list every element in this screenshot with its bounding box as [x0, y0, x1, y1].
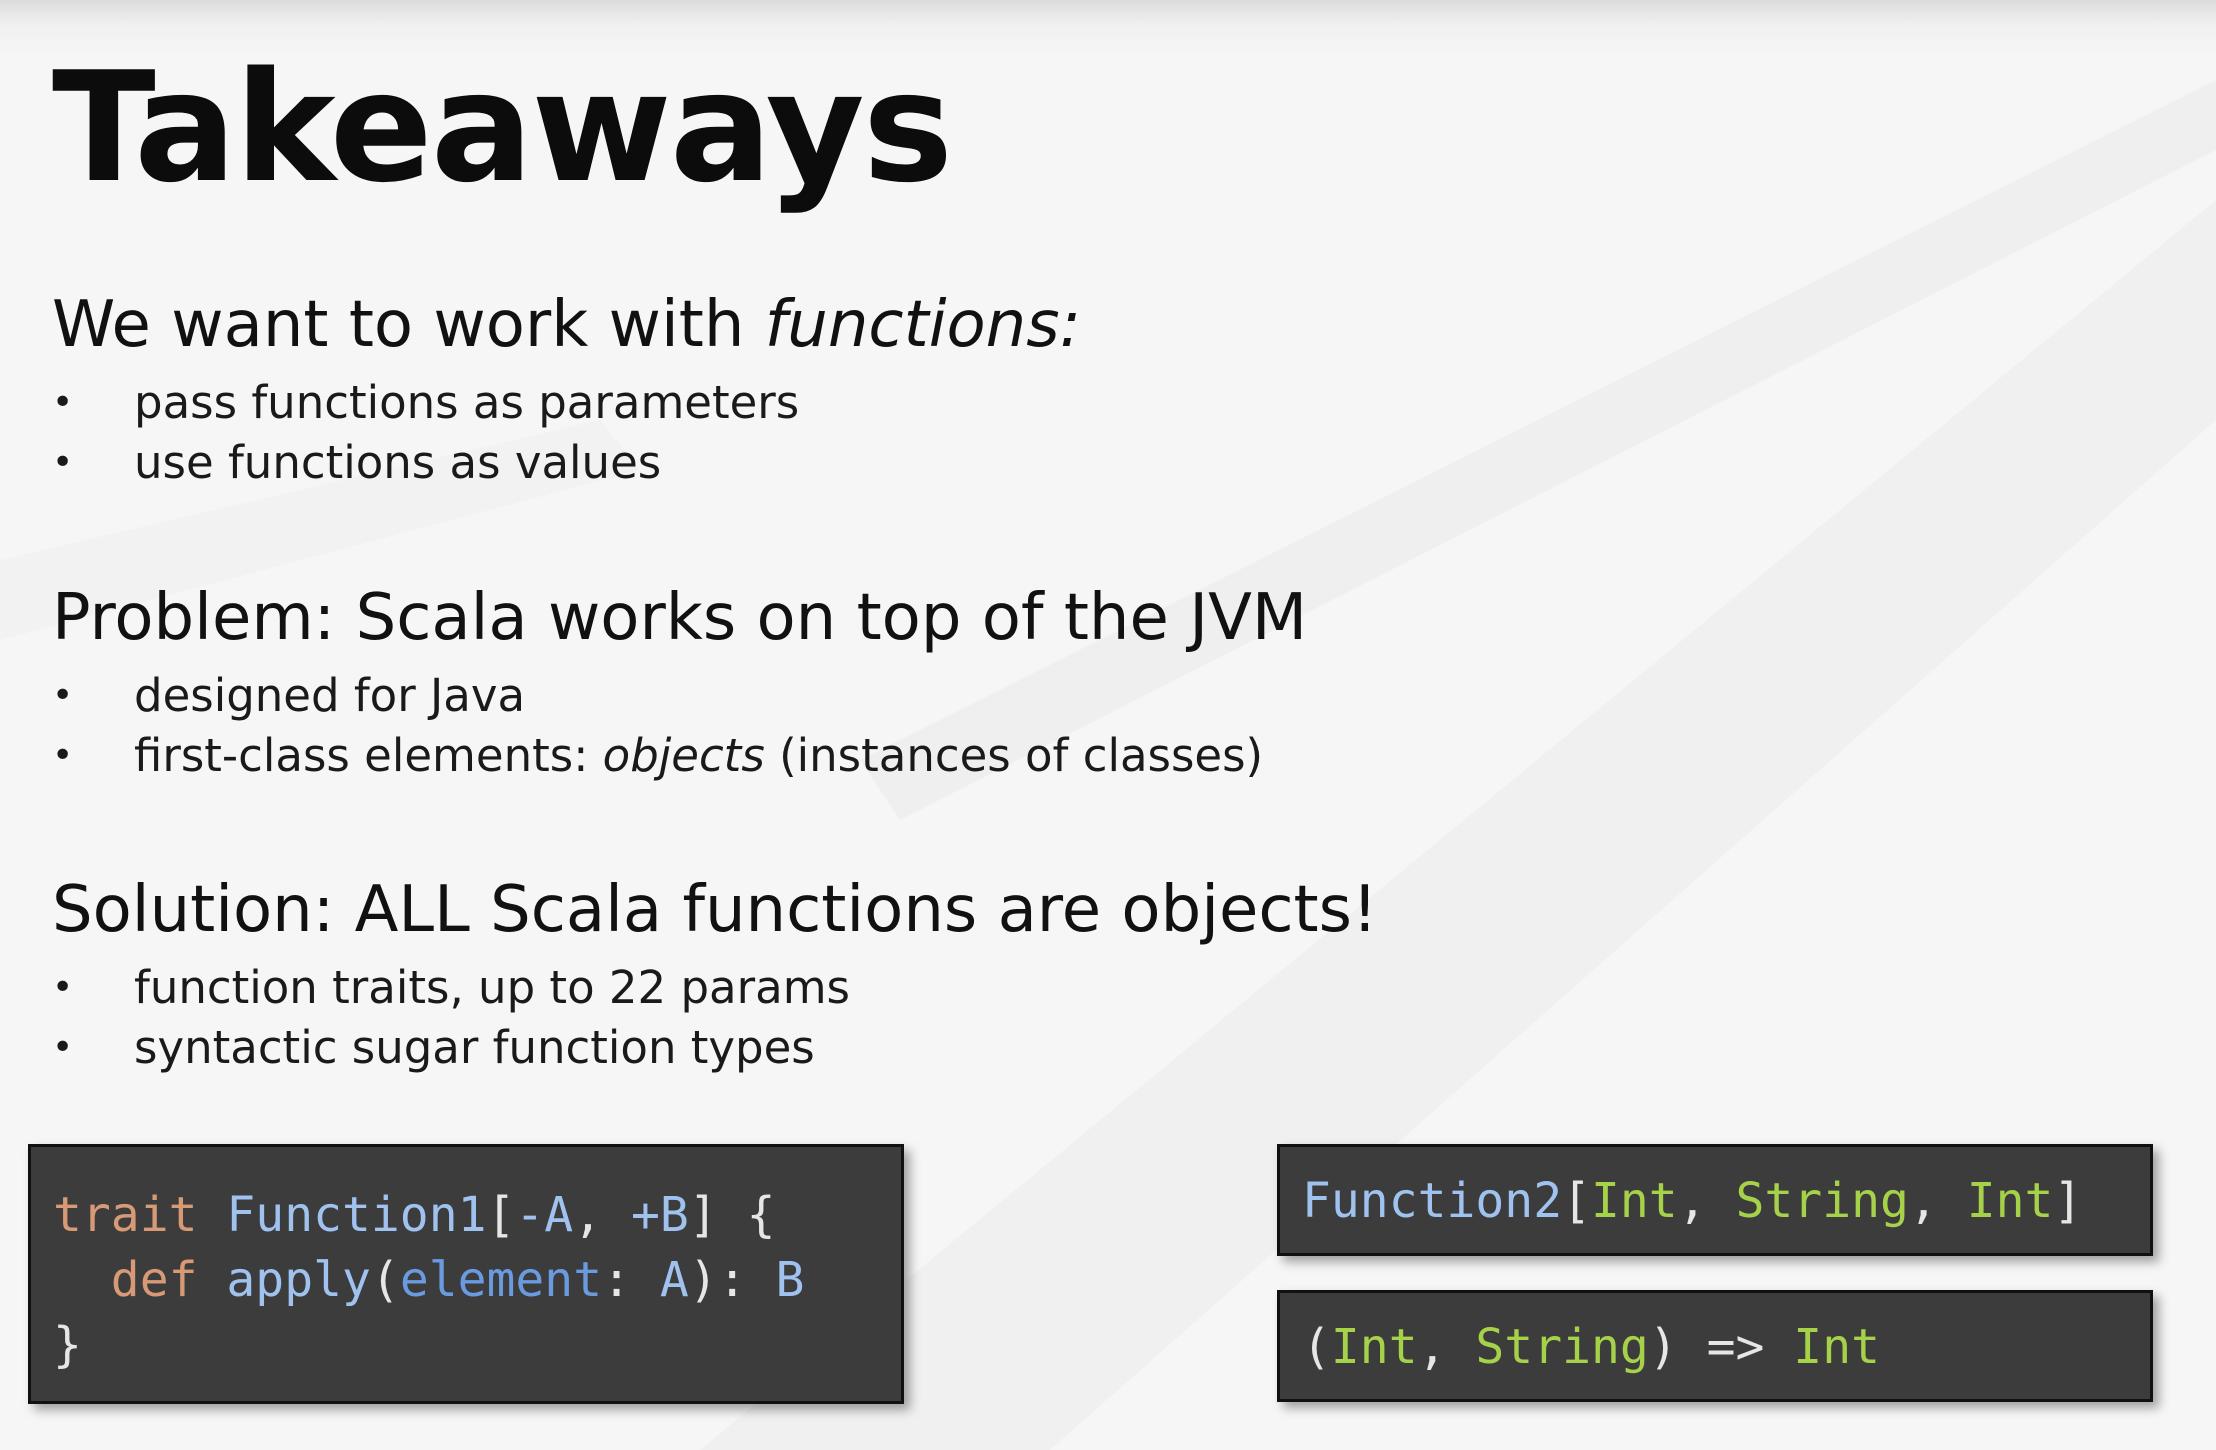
code-text: ) =>	[1648, 1319, 1794, 1375]
bullet-list: • designed for Java • first-class elements…	[52, 666, 1752, 786]
code-text: :	[602, 1252, 660, 1308]
section-heading: Solution: ALL Scala functions are object…	[52, 873, 1378, 947]
code-type: -A	[515, 1187, 574, 1243]
code-type: String	[1735, 1173, 1909, 1229]
heading-prefix: We want to work with	[52, 288, 765, 362]
section-problem: Problem: Scala works on top of the JVM •…	[52, 576, 1752, 786]
code-keyword: trait	[53, 1187, 198, 1243]
code-text: (	[1302, 1319, 1331, 1375]
bullet-icon: •	[52, 967, 74, 1008]
list-item: • syntactic sugar function types	[52, 1018, 1752, 1078]
code-text: (	[370, 1252, 400, 1308]
section-functions: We want to work with functions: • pass fu…	[52, 283, 1752, 493]
list-item: • use functions as values	[52, 433, 1752, 493]
code-line: def apply(element: A): B	[53, 1248, 901, 1313]
code-type: B	[775, 1252, 805, 1308]
list-item: • first-class elements: objects (instance…	[52, 726, 1752, 786]
code-type: +B	[631, 1187, 689, 1243]
code-text: }	[53, 1317, 82, 1373]
code-text: ,	[573, 1187, 631, 1243]
code-text: ,	[1677, 1173, 1736, 1229]
code-type: Function2	[1302, 1173, 1563, 1229]
list-item-emphasis: objects	[602, 729, 765, 782]
list-item-text: designed for Java	[134, 669, 526, 722]
code-type: Int	[1330, 1319, 1418, 1375]
slide-title: Takeaways	[52, 39, 953, 216]
code-text: ,	[1417, 1319, 1476, 1375]
list-item: • function traits, up to 22 params	[52, 958, 1752, 1018]
code-param: element	[399, 1252, 603, 1308]
code-text: ] {	[688, 1187, 776, 1243]
heading-emphasis: functions:	[764, 288, 1082, 362]
code-type: Int	[1793, 1319, 1880, 1375]
code-text: ):	[688, 1252, 776, 1308]
code-keyword: def	[110, 1252, 198, 1308]
code-text: [	[486, 1187, 516, 1243]
bullet-icon: •	[52, 735, 74, 776]
code-block-sugar: (Int, String) => Int	[1277, 1290, 2153, 1402]
list-item: • designed for Java	[52, 666, 1752, 726]
list-item-text: use functions as values	[134, 436, 662, 489]
list-item-text: (instances of classes)	[764, 729, 1264, 782]
code-block-trait: trait Function1[-A, +B] { def apply(elem…	[28, 1144, 904, 1404]
code-text: ]	[2053, 1173, 2083, 1229]
bullet-list: • pass functions as parameters • use funct…	[52, 373, 1752, 493]
list-item-text: syntactic sugar function types	[134, 1021, 815, 1074]
bullet-icon: •	[52, 675, 74, 716]
section-solution: Solution: ALL Scala functions are object…	[52, 868, 1752, 1078]
slide: Takeaways We want to work with functions…	[0, 0, 2216, 1450]
code-type: Int	[1591, 1173, 1678, 1229]
code-block-function2: Function2[Int, String, Int]	[1277, 1144, 2153, 1256]
code-text: ,	[1908, 1173, 1967, 1229]
bullet-list: • function traits, up to 22 params • synta…	[52, 958, 1752, 1078]
section-heading: Problem: Scala works on top of the JVM	[52, 581, 1308, 655]
code-line: trait Function1[-A, +B] {	[53, 1183, 901, 1248]
code-type: Function1	[226, 1187, 487, 1243]
list-item-text: pass functions as parameters	[134, 376, 800, 429]
bullet-icon: •	[52, 382, 74, 423]
list-item-text: first-class elements:	[134, 729, 603, 782]
bullet-icon: •	[52, 1027, 74, 1068]
section-heading: We want to work with functions:	[52, 283, 1752, 367]
list-item-text: function traits, up to 22 params	[134, 961, 850, 1014]
code-line: }	[53, 1313, 901, 1378]
list-item: • pass functions as parameters	[52, 373, 1752, 433]
code-text: [	[1562, 1173, 1591, 1229]
code-method: apply	[226, 1252, 371, 1308]
code-type: String	[1475, 1319, 1649, 1375]
code-type: A	[659, 1252, 689, 1308]
bullet-icon: •	[52, 442, 74, 483]
code-type: Int	[1966, 1173, 2054, 1229]
